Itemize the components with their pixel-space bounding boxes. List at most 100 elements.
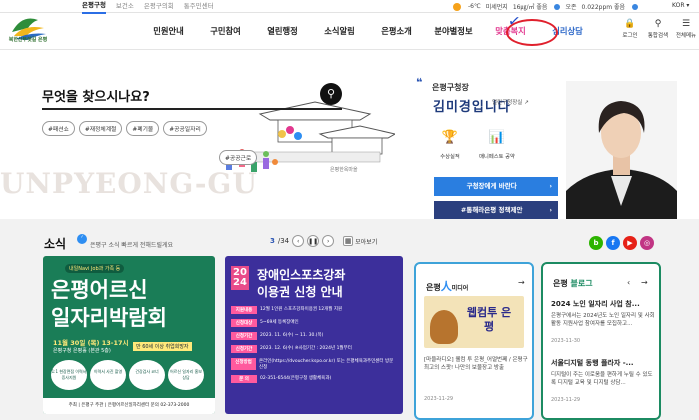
next-button[interactable]: › [322, 235, 335, 247]
awards-label: 수상실적 [440, 154, 460, 160]
media-thumbnail: 웹컴투 은평 [424, 296, 524, 348]
nav-open-admin[interactable]: 열린행정 [254, 25, 311, 37]
trophy-icon: 🏆 [441, 130, 459, 145]
util-tab-community-center[interactable]: 통주민센터 [184, 0, 214, 13]
blog-card[interactable]: 은평 블로그 ‹ → 2024 노인 일자리 사업 참... 은평구에서는 20… [541, 262, 661, 420]
instagram-icon[interactable]: ◎ [640, 236, 654, 250]
poster-row: 신청대상 5~69세 등록장애인 [231, 319, 397, 327]
media-card-title: 은평人미디어 [426, 278, 468, 294]
nav-civil-service[interactable]: 민원안내 [140, 25, 197, 37]
poster-feature: 1:1 현장면접 이력서 증사지원 [51, 360, 87, 390]
mayor-title: 은평구청장 [432, 83, 469, 92]
media-card[interactable]: 은평人미디어 → 웹컴투 은평 [마을라디오] 웰컴 투 은평_어얼번쩨 / 은… [414, 262, 534, 420]
row-key: 신청대상 [231, 319, 257, 327]
login-label: 로그인 [622, 33, 638, 39]
hanok-village-illustration-icon [226, 101, 395, 172]
poster-info-table: 지원내용 12월 1인원 스포츠강좌이용권 12개월 지원 신청대상 5~69세 등… [231, 306, 397, 388]
chevron-left-icon[interactable]: ‹ [627, 278, 630, 287]
row-key: 신청기간 [231, 345, 257, 353]
nav-about[interactable]: 은평소개 [368, 25, 425, 37]
prev-button[interactable]: ‹ [292, 235, 305, 247]
media-title-a: 은평 [426, 283, 441, 292]
media-body: [마을라디오] 웰컴 투 은평_어얼번쩨 / 은평구 최고의 스팟! 나만의 보… [424, 357, 528, 371]
blog-title-b: 블로그 [570, 279, 593, 288]
poster-job-fair[interactable]: 내일Navi Job과 가족 등 은평어르신 일자리박람회 11월 30일 (목… [43, 256, 215, 414]
poster-title-line2: 일자리박람회 [51, 306, 167, 330]
poster-place: 은평구청 은평홀 (본관 5층) [53, 348, 111, 354]
facebook-icon[interactable]: f [606, 236, 620, 250]
open-mayor-office-link[interactable]: 열린구청장실 ↗ [492, 98, 529, 106]
chevron-left-icon: ‹ [296, 238, 300, 245]
search-button[interactable]: ⚲ [320, 83, 342, 105]
util-tab-health-center[interactable]: 보건소 [116, 0, 134, 13]
search-icon: ⚲ [326, 87, 336, 100]
nav-participation[interactable]: 구민참여 [197, 25, 254, 37]
nav-field-info[interactable]: 분야별정보 [425, 25, 482, 37]
poster-title-line1: 장애인스포츠강좌 [257, 268, 346, 282]
row-value: 02-351-6544(은평구청 생활체육과) [260, 376, 332, 381]
grid-icon: ▦ [343, 236, 354, 246]
poster-row: 지원내용 12월 1인원 스포츠강좌이용권 12개월 지원 [231, 306, 397, 314]
tag-item[interactable]: #재정체계절 [78, 121, 123, 136]
popular-tags: #패션쇼 #재정체계절 #폐기물 #공공일자리 [42, 121, 207, 136]
arrow-right-icon[interactable]: → [641, 278, 648, 287]
tag-item[interactable]: #폐기물 [126, 121, 160, 136]
manifesto-button[interactable]: 📊 매니페스토 공약 [474, 128, 520, 160]
poster-row: 신청기간 2023. 12. 6(수) ※사업기간 : 2024년 1월부터 [231, 345, 397, 353]
blog-icon[interactable]: b [589, 236, 603, 250]
blog-item-title[interactable]: 서울디지털 동행 플라자 -... [551, 358, 634, 368]
poster-feature: 건강검사 코너 [129, 360, 165, 390]
util-tab-council[interactable]: 은평구의회 [144, 0, 174, 13]
poster-sports-voucher[interactable]: 2024 장애인스포츠강좌 이용권 신청 안내 지원내용 12월 1인원 스포츠강… [225, 256, 403, 414]
pause-icon: ❚❚ [308, 238, 319, 245]
search-icon: ⚲ [654, 19, 662, 29]
pause-button[interactable]: ❚❚ [307, 235, 320, 247]
language-label: KOR [672, 2, 685, 9]
view-all-button[interactable]: ▦ 모아보기 [343, 236, 377, 246]
poster-row: 신청방법 온라인(https://dvoucher.kspo.or.kr) 또는 … [231, 358, 397, 370]
tag-item[interactable]: #공공일자리 [163, 121, 207, 136]
blog-item-date: 2023-11-30 [551, 338, 581, 344]
row-value: 2023. 11. 6(수) ~ 11. 30.(목) [260, 333, 324, 338]
all-menu-label: 전체메뉴 [675, 33, 697, 39]
tag-item[interactable]: #공공근로 [219, 150, 258, 165]
weather-sun-icon [453, 2, 461, 11]
login-button[interactable]: 🔒 로그인 [618, 18, 642, 39]
ozone-value: 0.022ppm 좋음 [581, 4, 626, 11]
row-value: 5~69세 등록장애인 [260, 320, 299, 325]
poster-feature: 이력서 사진 촬영 [90, 360, 126, 390]
awards-button[interactable]: 🏆 수상실적 [430, 128, 470, 160]
total-search-button[interactable]: ⚲ 통합검색 [646, 18, 670, 39]
news-pager: 3/34 ‹ ❚❚ › ▦ 모아보기 [270, 235, 377, 247]
media-title-c: 미디어 [451, 285, 469, 292]
presenter-image [430, 310, 458, 344]
media-date: 2023-11-29 [424, 396, 454, 402]
arrow-right-icon: › [549, 206, 552, 214]
logo-text: 북한산뚜렛길 은평 [8, 37, 48, 43]
row-value: 온라인(https://dvoucher.kspo.or.kr) 또는 은평체육… [259, 359, 394, 370]
thumbnail-text: 웹컴투 은평 [466, 306, 512, 333]
poster-title-line1: 은평어르신 [51, 278, 148, 302]
language-select[interactable]: KOR ▾ [672, 2, 689, 9]
news-heading: 소식 [44, 237, 67, 251]
policy-proposal-label: #통해라은평 정책제안 [460, 206, 523, 214]
all-menu-button[interactable]: ☰ 전체메뉴 [674, 18, 698, 39]
media-title-b: 人 [440, 280, 452, 293]
mayor-request-button[interactable]: › 구청장에게 바란다 [434, 177, 558, 196]
youtube-icon[interactable]: ▶ [623, 236, 637, 250]
blog-title-a: 은평 [553, 279, 568, 288]
blog-item-body: 디지털이 주는 이로움을 편하게 누릴 수 있도록 디지털 교육 및 디지털 상… [551, 372, 653, 386]
tag-item[interactable]: #패션쇼 [42, 121, 75, 136]
nav-news[interactable]: 소식알림 [311, 25, 368, 37]
blog-item-title[interactable]: 2024 노인 일자리 사업 참... [551, 299, 640, 309]
page-current: 3 [270, 237, 275, 245]
poster-year: 2024 [231, 266, 249, 290]
mayor-portrait-image [566, 81, 677, 220]
search-input[interactable] [42, 108, 342, 110]
util-tab-ep-office[interactable]: 은평구청 [82, 0, 106, 14]
quote-icon: ❝ [416, 76, 423, 89]
policy-proposal-button[interactable]: › #통해라은평 정책제안 [434, 201, 558, 220]
poster-title-line2: 이용권 신청 안내 [257, 285, 343, 299]
chevron-right-icon: › [326, 238, 330, 245]
arrow-right-icon[interactable]: → [518, 278, 525, 287]
